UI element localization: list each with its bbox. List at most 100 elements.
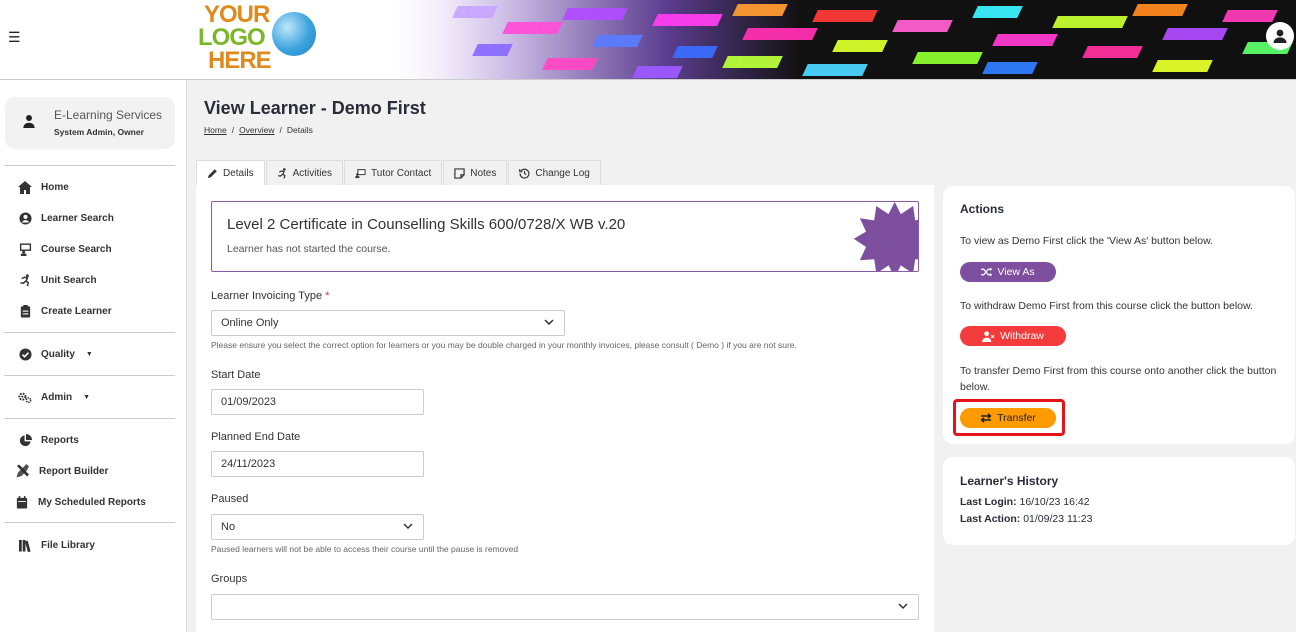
sidebar-item-label: My Scheduled Reports <box>38 496 146 508</box>
breadcrumb: Home / Overview / Details <box>204 125 313 135</box>
user-menu-button[interactable] <box>1266 22 1294 50</box>
required-marker: * <box>325 290 330 302</box>
paused-value: No <box>221 521 236 533</box>
start-date-input[interactable]: 01/09/2023 <box>211 389 424 415</box>
course-status: Learner has not started the course. <box>227 243 391 255</box>
caret-down-icon: ▼ <box>85 350 93 358</box>
sidebar-item-create-learner[interactable]: Create Learner <box>18 303 112 319</box>
sidebar-item-label: Admin <box>41 391 73 403</box>
sidebar-item-course-search[interactable]: Course Search <box>18 241 112 257</box>
tab-activities[interactable]: Activities <box>265 160 344 185</box>
tab-label: Activities <box>292 167 333 179</box>
breadcrumb-separator: / <box>279 125 282 135</box>
divider <box>4 418 175 419</box>
tab-label: Change Log <box>535 167 590 179</box>
user-icon <box>23 115 35 128</box>
invoicing-type-hint: Please ensure you select the correct opt… <box>211 340 797 350</box>
tab-notes[interactable]: Notes <box>443 160 508 185</box>
sidebar-item-label: Reports <box>41 434 79 446</box>
history-icon <box>519 168 530 179</box>
logo-line-3: HERE <box>208 47 272 74</box>
invoicing-type-value: Online Only <box>221 317 279 329</box>
shuffle-icon <box>981 267 993 277</box>
profile-role: System Admin, Owner <box>54 127 144 137</box>
course-badge-icon <box>853 202 918 271</box>
sidebar-item-unit-search[interactable]: Unit Search <box>18 272 97 288</box>
invoicing-type-label: Learner Invoicing Type * <box>211 290 329 302</box>
user-icon <box>1273 29 1287 43</box>
sidebar-item-file-library[interactable]: File Library <box>18 537 95 553</box>
last-action: Last Action: 01/09/23 11:23 <box>960 513 1093 525</box>
view-as-button[interactable]: View As <box>960 262 1056 282</box>
menu-toggle-icon[interactable]: ☰ <box>8 29 21 46</box>
running-icon <box>277 167 286 179</box>
books-icon <box>18 538 32 552</box>
start-date-label: Start Date <box>211 369 261 381</box>
note-icon <box>454 167 465 179</box>
invoicing-type-select[interactable]: Online Only <box>211 310 565 336</box>
user-remove-icon <box>982 330 995 342</box>
sidebar-item-home[interactable]: Home <box>18 179 69 195</box>
tab-tutor-contact[interactable]: Tutor Contact <box>344 160 443 185</box>
last-action-label: Last Action: <box>960 513 1021 525</box>
sidebar-item-label: Report Builder <box>39 465 109 477</box>
profile-card[interactable]: E-Learning Services System Admin, Owner <box>5 97 175 149</box>
sidebar-item-reports[interactable]: Reports <box>18 432 79 448</box>
caret-down-icon: ▼ <box>83 393 91 401</box>
tab-label: Notes <box>470 167 497 179</box>
profile-name: E-Learning Services <box>54 108 163 122</box>
paused-select[interactable]: No <box>211 514 424 540</box>
pencil-icon <box>207 168 217 178</box>
groups-select[interactable] <box>211 594 919 620</box>
page-title: View Learner - Demo First <box>204 98 426 118</box>
sidebar-item-label: Course Search <box>41 243 112 255</box>
breadcrumb-home-link[interactable]: Home <box>204 125 227 135</box>
groups-label: Groups <box>211 573 248 585</box>
sidebar-item-my-scheduled-reports[interactable]: My Scheduled Reports <box>15 494 146 510</box>
calendar-icon <box>15 495 29 509</box>
teacher-icon <box>18 242 32 256</box>
sidebar-item-label: Home <box>41 181 69 193</box>
history-title: Learner's History <box>960 474 1059 488</box>
divider <box>4 375 175 376</box>
planned-end-date-label: Planned End Date <box>211 431 301 443</box>
sidebar-item-label: Learner Search <box>41 212 114 224</box>
logo-circle <box>272 12 316 56</box>
planned-end-date-input[interactable]: 24/11/2023 <box>211 451 424 477</box>
last-login: Last Login: 16/10/23 16:42 <box>960 496 1090 508</box>
sidebar-item-label: File Library <box>41 539 95 551</box>
last-login-value: 16/10/23 16:42 <box>1019 496 1090 508</box>
tools-icon <box>16 464 30 478</box>
cogs-icon <box>18 390 32 404</box>
logo-line-1: YOUR <box>204 1 270 28</box>
chevron-down-icon <box>544 319 554 326</box>
tab-change-log[interactable]: Change Log <box>508 160 601 185</box>
divider <box>4 332 175 333</box>
withdraw-label: Withdraw <box>1000 330 1044 342</box>
start-date-value: 01/09/2023 <box>221 396 277 408</box>
logo[interactable]: YOUR LOGO HERE <box>198 2 318 74</box>
transfer-text: To transfer Demo First from this course … <box>960 365 1277 393</box>
planned-end-date-value: 24/11/2023 <box>221 458 276 470</box>
course-title: Level 2 Certificate in Counselling Skill… <box>227 216 626 233</box>
user-circle-icon <box>18 211 32 225</box>
sidebar: E-Learning Services System Admin, Owner … <box>0 80 187 632</box>
learner-history-card: Learner's History Last Login: 16/10/23 1… <box>943 457 1295 545</box>
tab-details[interactable]: Details <box>196 160 265 185</box>
sidebar-item-learner-search[interactable]: Learner Search <box>18 210 114 226</box>
tab-bar: Details Activities Tutor Contact Notes C… <box>196 160 602 185</box>
sidebar-item-report-builder[interactable]: Report Builder <box>16 463 108 479</box>
sidebar-item-admin[interactable]: Admin ▼ <box>18 389 90 405</box>
view-as-label: View As <box>997 266 1035 278</box>
top-header: ☰ YOUR LOGO HERE <box>0 0 1296 80</box>
breadcrumb-overview-link[interactable]: Overview <box>239 125 274 135</box>
paused-label: Paused <box>211 493 249 505</box>
clipboard-icon <box>18 304 32 318</box>
sidebar-item-quality[interactable]: Quality ▼ <box>18 346 93 362</box>
last-login-label: Last Login: <box>960 496 1017 508</box>
withdraw-button[interactable]: Withdraw <box>960 326 1066 346</box>
chevron-down-icon <box>403 523 413 530</box>
view-as-text: To view as Demo First click the 'View As… <box>960 235 1214 247</box>
invoicing-type-label-text: Learner Invoicing Type <box>211 290 323 302</box>
divider <box>4 165 175 166</box>
